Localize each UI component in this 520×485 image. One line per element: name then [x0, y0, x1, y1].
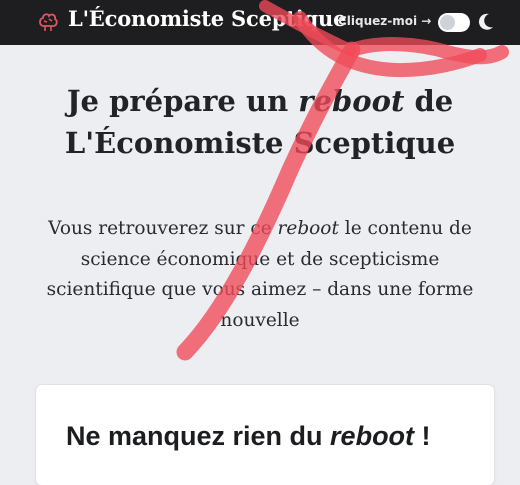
subtitle-emphasis: reboot [277, 218, 339, 239]
card-title-end: ! [414, 421, 431, 451]
headline-text-start: Je prépare un [66, 84, 299, 118]
site-title[interactable]: L'Économiste Sceptique [68, 6, 346, 31]
card-title-emphasis: reboot [330, 421, 415, 451]
moon-icon[interactable] [478, 13, 494, 31]
signup-card: Ne manquez rien du reboot ! [36, 385, 494, 485]
toggle-knob [440, 15, 455, 30]
subtitle-text-start: Vous retrouverez sur ce [48, 218, 278, 239]
click-me-label: Cliquez-moi → [338, 14, 432, 28]
signup-card-title: Ne manquez rien du reboot ! [66, 421, 431, 452]
brain-logo-icon[interactable] [37, 11, 59, 33]
hero-subtitle: Vous retrouverez sur ce reboot le conten… [40, 214, 480, 336]
headline-emphasis: reboot [298, 84, 405, 118]
theme-toggle[interactable] [438, 13, 470, 32]
card-title-start: Ne manquez rien du [66, 421, 331, 451]
page-headline: Je prépare un reboot de L'Économiste Sce… [30, 80, 490, 164]
top-bar: L'Économiste Sceptique Cliquez-moi → [0, 0, 520, 45]
